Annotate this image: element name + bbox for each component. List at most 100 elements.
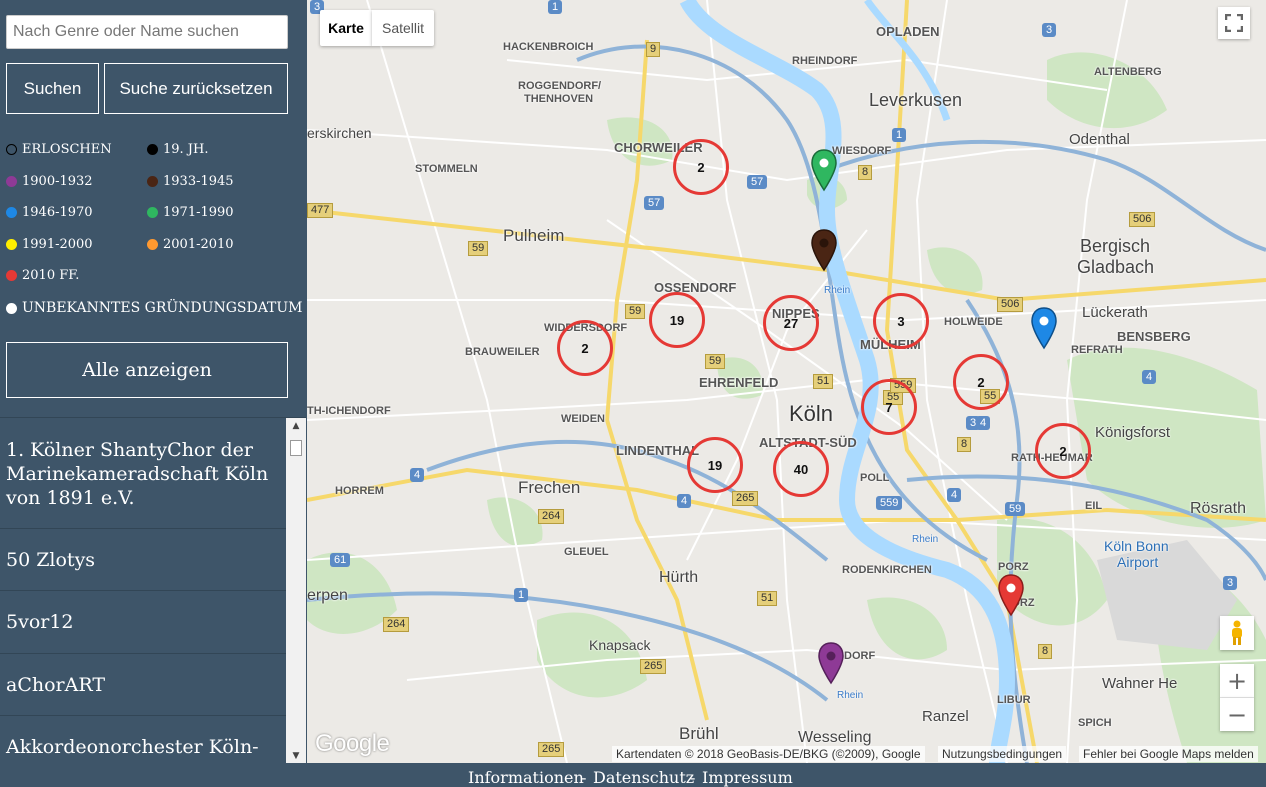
cluster-count: 3 [897, 313, 905, 329]
legend-item-19-jh[interactable]: 19. JH. [147, 142, 209, 157]
legend-label: ERLOSCHEN [22, 142, 112, 157]
cluster-marker[interactable]: 19 [687, 437, 743, 493]
road-shield-blue: 559 [876, 496, 903, 510]
place-label-rodenkirchen: RODENKIRCHEN [842, 564, 932, 576]
road-shield-yellow: 8 [957, 437, 972, 452]
show-all-button[interactable]: Alle anzeigen [6, 342, 288, 398]
reset-search-button[interactable]: Suche zurücksetzen [104, 63, 288, 114]
road-shield-yellow: 51 [813, 374, 834, 389]
map[interactable]: 9 8 477 59 506 59 506 59 51 55 55 8 264 265 51 264 265 26… [307, 0, 1266, 763]
list-scrollbar[interactable]: ▲ ▼ [286, 418, 306, 764]
privacy-link[interactable]: Datenschutz [593, 768, 694, 787]
legend-item-2010-ff[interactable]: 2010 FF. [6, 268, 79, 283]
street-view-pegman-icon[interactable] [1220, 616, 1254, 650]
road-shield-blue: 1 [892, 128, 907, 142]
road-shield-yellow: 265 [538, 742, 565, 757]
place-label-luckerath: Lückerath [1082, 304, 1148, 321]
marker-pin-blue[interactable] [1030, 306, 1058, 350]
road-shield-blue: 4 [947, 488, 962, 502]
legend-label: 1971-1990 [163, 205, 234, 220]
marker-pin-brown[interactable] [810, 228, 838, 272]
report-error-link[interactable]: Fehler bei Google Maps melden [1079, 746, 1258, 762]
cluster-marker[interactable]: 2 [557, 320, 613, 376]
legend-label: 1900-1932 [22, 174, 93, 189]
marker-pin-purple[interactable] [817, 641, 845, 685]
cluster-marker[interactable]: 7 [861, 379, 917, 435]
info-link[interactable]: Informationen [468, 768, 584, 787]
zoom-out-button[interactable]: − [1220, 698, 1254, 731]
road-shield-blue: 3 [1042, 23, 1057, 37]
fullscreen-icon[interactable] [1218, 7, 1250, 39]
road-shield-blue: 4 [1142, 370, 1157, 384]
place-label-lindenthal: LINDENTHAL [616, 443, 700, 458]
legend-item-1991-2000[interactable]: 1991-2000 [6, 237, 93, 252]
place-label-roesrath: Rösrath [1190, 500, 1247, 517]
legend-item-1933-1945[interactable]: 1933-1945 [147, 174, 234, 189]
road-shield-yellow: 51 [757, 591, 778, 606]
place-label-huerth: Hürth [659, 569, 699, 586]
choir-list[interactable]: 1. Kölner ShantyChor der Marinekameradsc… [0, 417, 306, 764]
legend-dot [6, 239, 17, 250]
legend-item-2001-2010[interactable]: 2001-2010 [147, 237, 234, 252]
list-item[interactable]: 50 Zlotys [0, 529, 286, 591]
legend-item-erloschen[interactable]: ERLOSCHEN [6, 142, 112, 157]
marker-pin-red[interactable] [997, 573, 1025, 617]
scroll-thumb[interactable] [290, 440, 302, 456]
map-type-satellit-tab[interactable]: Satellit [372, 10, 434, 46]
road-shield-yellow: 265 [732, 491, 759, 506]
cluster-marker[interactable]: 3 [873, 293, 929, 349]
road-shield-blue: 61 [330, 553, 351, 567]
legend-dot [6, 144, 17, 155]
legend-label: 1991-2000 [22, 237, 93, 252]
place-label-gleuel: GLEUEL [564, 546, 609, 558]
map-attribution: Kartendaten © 2018 GeoBasis-DE/BKG (©200… [612, 746, 925, 762]
cluster-marker[interactable]: 27 [763, 295, 819, 351]
place-label-opladen: OPLADEN [876, 24, 940, 39]
place-label-horrem: HORREM [335, 485, 384, 497]
place-label-knapsack: Knapsack [589, 637, 651, 653]
search-button[interactable]: Suchen [6, 63, 99, 114]
terms-link[interactable]: Nutzungsbedingungen [938, 746, 1067, 762]
marker-pin-green[interactable] [810, 148, 838, 192]
legend-label: 2010 FF. [22, 268, 80, 283]
imprint-link[interactable]: Impressum [702, 768, 793, 787]
legend-item-1900-1932[interactable]: 1900-1932 [6, 174, 93, 189]
place-label-wahner: Wahner He [1102, 675, 1178, 692]
scroll-up-icon[interactable]: ▲ [286, 418, 306, 434]
list-item[interactable]: 1. Kölner ShantyChor der Marinekameradsc… [0, 418, 286, 529]
road-shield-yellow: 506 [1129, 212, 1156, 227]
map-canvas [307, 0, 1266, 763]
legend-label: UNBEKANNTES GRÜNDUNGSDATUM [22, 300, 303, 316]
place-label-refrath: REFRATH [1071, 344, 1123, 356]
road-shield-yellow: 9 [646, 42, 661, 57]
cluster-marker[interactable]: 2 [673, 139, 729, 195]
scroll-down-icon[interactable]: ▼ [286, 748, 306, 764]
road-shield-yellow: 59 [625, 304, 646, 319]
legend-dot [6, 207, 17, 218]
legend-item-1971-1990[interactable]: 1971-1990 [147, 205, 234, 220]
cluster-marker[interactable]: 40 [773, 441, 829, 497]
road-shield-yellow: 264 [538, 509, 565, 524]
cluster-marker[interactable]: 19 [649, 292, 705, 348]
legend-label: 1946-1970 [22, 205, 93, 220]
road-shield-blue: 1 [514, 588, 529, 602]
place-label-rhein1: Rhein [824, 285, 851, 296]
legend-label: 2001-2010 [163, 237, 234, 252]
legend-item-1946-1970[interactable]: 1946-1970 [6, 205, 93, 220]
legend-item-unbekannt[interactable]: UNBEKANNTES GRÜNDUNGSDATUM [6, 300, 303, 316]
cluster-marker[interactable]: 2 [953, 354, 1009, 410]
list-item[interactable]: 5vor12 [0, 591, 286, 654]
road-shield-blue: 1 [548, 0, 563, 14]
cluster-marker[interactable]: 2 [1035, 423, 1091, 479]
place-label-bergisch1: Bergisch [1080, 236, 1151, 256]
map-type-karte-tab[interactable]: Karte [320, 10, 372, 46]
place-label-weiden: WEIDEN [561, 413, 605, 425]
search-input[interactable] [6, 15, 288, 49]
footer-separator: - [690, 768, 696, 787]
road-shield-blue: 59 [1005, 502, 1026, 516]
place-label-roggendorf: ROGGENDORF/ [518, 80, 602, 92]
list-item[interactable]: Akkordeonorchester Köln-Deutz [0, 716, 286, 764]
zoom-in-button[interactable]: + [1220, 664, 1254, 698]
list-item[interactable]: aChorART [0, 654, 286, 716]
place-label-frechen: Frechen [518, 478, 581, 497]
